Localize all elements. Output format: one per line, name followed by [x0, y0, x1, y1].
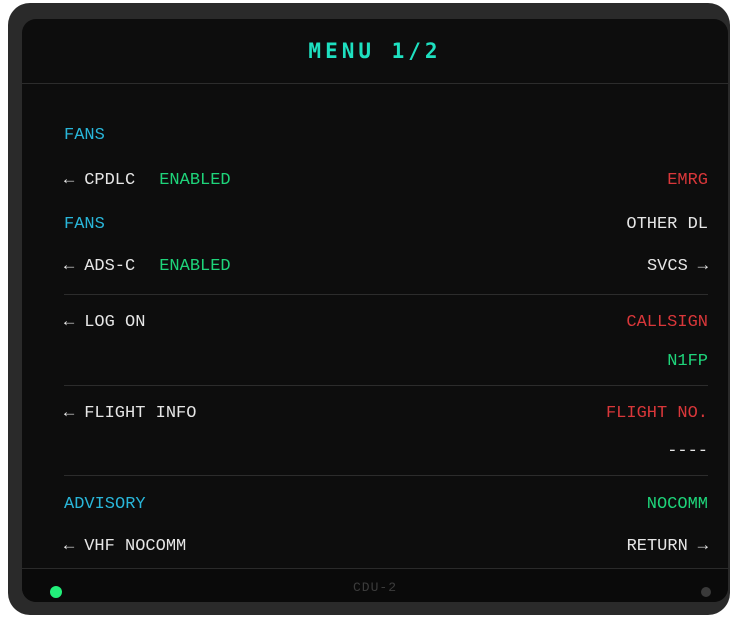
advisory-label: ADVISORY	[64, 494, 146, 514]
left-arrow-icon: ←	[64, 170, 75, 190]
cpdlc-status: ENABLED	[159, 170, 231, 190]
vhf-nocomm-line-select[interactable]: ← VHF NOCOMM	[64, 537, 186, 556]
ads-c-label: ADS-C	[84, 256, 136, 276]
title-bar: MENU 1/2	[22, 19, 728, 84]
flight-no-value: ----	[667, 441, 708, 461]
svcs-label: SVCS	[646, 256, 688, 276]
left-arrow-icon: ←	[64, 536, 75, 556]
flight-info-line-select[interactable]: ← FLIGHT INFO	[64, 404, 196, 423]
grey-led-icon	[701, 587, 711, 597]
row-ads-c: ← ADS-C ENABLED SVCS →	[64, 254, 708, 278]
left-arrow-icon: ←	[64, 403, 75, 423]
callsign-value: N1FP	[667, 351, 708, 371]
row-flight-info: ← FLIGHT INFO FLIGHT NO.	[64, 401, 708, 425]
nocomm-status: NOCOMM	[646, 494, 708, 514]
cdu-bezel: MENU 1/2 FANS ← CPDLC ENABLED EMRG FANS …	[8, 3, 730, 615]
right-arrow-icon: →	[697, 256, 708, 276]
return-line-select[interactable]: RETURN →	[627, 537, 708, 556]
row-log-on: ← LOG ON CALLSIGN	[64, 310, 708, 334]
return-label: RETURN	[626, 536, 688, 556]
cpdlc-line-select[interactable]: ← CPDLC ENABLED	[64, 171, 231, 190]
log-on-line-select[interactable]: ← LOG ON	[64, 313, 145, 332]
cdu-screen: MENU 1/2 FANS ← CPDLC ENABLED EMRG FANS …	[22, 19, 728, 602]
emrg-label: EMRG	[667, 170, 708, 190]
row-fans-label: FANS	[64, 123, 708, 147]
divider	[64, 475, 708, 476]
callsign-label: CALLSIGN	[626, 312, 708, 332]
row-flight-no-value: ----	[64, 439, 708, 463]
row-advisory: ADVISORY NOCOMM	[64, 492, 708, 516]
svcs-line-select[interactable]: SVCS →	[647, 257, 708, 276]
fans-label: FANS	[64, 125, 105, 145]
row-fans-other-dl: FANS OTHER DL	[64, 212, 708, 236]
row-callsign-value: N1FP	[64, 349, 708, 373]
flight-no-label: FLIGHT NO.	[605, 403, 708, 423]
other-dl-label: OTHER DL	[626, 214, 708, 234]
flight-info-label: FLIGHT INFO	[84, 403, 197, 423]
page-title: MENU 1/2	[308, 39, 442, 63]
ads-c-status: ENABLED	[159, 256, 231, 276]
divider	[64, 385, 708, 386]
row-cpdlc: ← CPDLC ENABLED EMRG	[64, 168, 708, 192]
fans-label-2: FANS	[64, 214, 105, 234]
status-footer: CDU-2	[22, 568, 728, 602]
log-on-label: LOG ON	[84, 312, 146, 332]
right-arrow-icon: →	[697, 536, 708, 556]
left-arrow-icon: ←	[64, 312, 75, 332]
unit-label: CDU-2	[352, 580, 397, 595]
row-vhf-nocomm: ← VHF NOCOMM RETURN →	[64, 534, 708, 558]
divider	[64, 294, 708, 295]
vhf-nocomm-label: VHF NOCOMM	[84, 536, 187, 556]
left-arrow-icon: ←	[64, 256, 75, 276]
emrg-line-select[interactable]: EMRG	[667, 171, 708, 190]
ads-c-line-select[interactable]: ← ADS-C ENABLED	[64, 257, 231, 276]
cpdlc-label: CPDLC	[84, 170, 136, 190]
